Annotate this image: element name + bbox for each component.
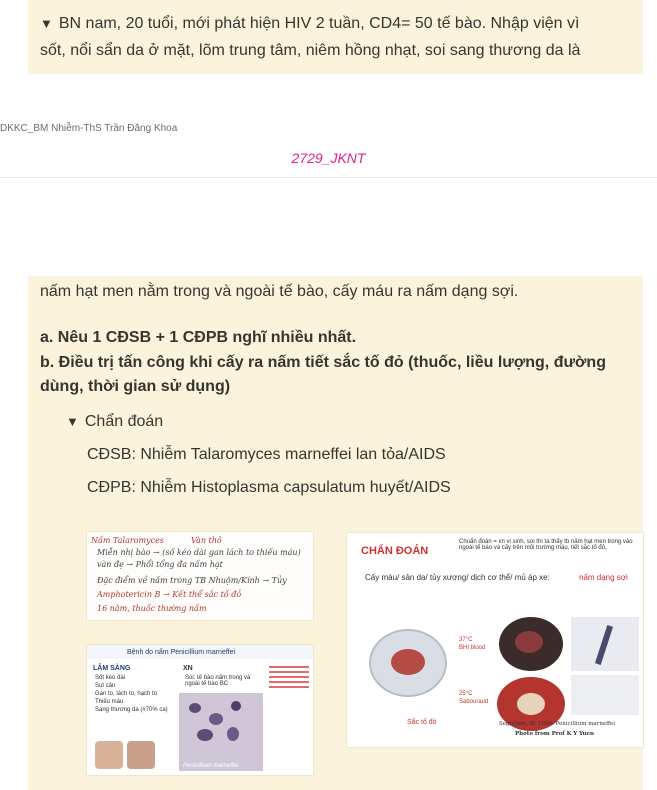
slide1-red-notes	[269, 663, 309, 703]
slide1-title: Bệnh do nấm Penicillium marneffei	[127, 649, 236, 656]
slide1-item: Sốt kéo dài	[95, 675, 126, 681]
slide2-header-text: Chuẩn đoán = xn vi sinh, soi thì ta thấy…	[459, 539, 633, 551]
question-b-line-1: b. Điều trị tấn công khi cấy ra nấm tiết…	[40, 354, 606, 371]
culture-photo-blood	[499, 617, 563, 671]
notes-title: Nấm Talaromyces	[91, 536, 164, 545]
toggle-diagnosis-title: Chẩn đoán	[84, 413, 164, 430]
hyphae-illustration	[571, 617, 639, 671]
differential-diagnosis: CĐPB: Nhiễm Histoplasma capsulatum huyết…	[87, 479, 451, 496]
slide1-section-mid: XN	[183, 665, 193, 672]
triangle-down-icon[interactable]: ▼	[66, 414, 79, 429]
question-a: a. Nêu 1 CĐSB + 1 CĐPB nghĩ nhiều nhất.	[40, 329, 357, 346]
slide2-credit-2: Photo from Prof K Y Yuen	[515, 731, 595, 737]
slide2-temp-2: 25°C	[459, 691, 473, 697]
question-callout-main: nấm hạt men nằm trong và ngoài tế bào, c…	[28, 276, 644, 790]
slide2-subtitle: Cấy máu/ sản da/ tủy xương/ dịch cơ thể/…	[365, 573, 550, 582]
slide-diagnosis-image[interactable]: CHẨN ĐOÁN Chuẩn đoán = xn vi sinh, soi t…	[346, 532, 644, 748]
notes-row-2: vàn đẹ → Phổi tổng đa nấm hạt	[97, 560, 223, 569]
toggle-diagnosis[interactable]: ▼ Chẩn đoán	[66, 410, 163, 434]
slide2-medium-2: Sabouraud	[459, 699, 489, 705]
question-callout-top: ▼ BN nam, 20 tuổi, mới phát hiện HIV 2 tu…	[28, 0, 643, 74]
page-footer-author: DKKC_BM Nhiễm-ThS Trần Đăng Khoa	[0, 123, 178, 134]
skin-lesion-photo	[95, 741, 123, 769]
slide1-mid-text: Soi: tế bào nấm trong và ngoài tế bào BC	[185, 675, 251, 687]
notes-right-label: Vàn thô	[191, 536, 222, 545]
notes-row-4: Amphotericin B → Kết thể sắc tố đỏ	[97, 590, 242, 599]
notes-row-3: Đặc điểm về nấm trong TB Nhuộm/Kính → Tủ…	[97, 576, 287, 585]
slide1-section-left: LÂM SÀNG	[93, 665, 131, 672]
slide-clinical-image[interactable]: Bệnh do nấm Penicillium marneffei LÂM SÀ…	[86, 644, 314, 776]
primary-diagnosis: CĐSB: Nhiễm Talaromyces marneffei lan tỏ…	[87, 446, 446, 463]
notes-row-1: Miễn nhị bào → (số kéo dài gan lách to t…	[97, 548, 301, 557]
page-divider	[0, 177, 657, 178]
slide1-caption: Penicillium marneffei	[183, 763, 239, 769]
skin-lesion-photo	[127, 741, 155, 769]
question-b-line-2: dùng, thời gian sử dụng)	[40, 378, 231, 395]
slide1-item: Sang thương da (#70% ca)	[95, 707, 168, 713]
slide2-medium-1: BHI blood	[459, 645, 486, 651]
notes-row-5: 16 năm, thuốc thường nấm	[97, 604, 207, 613]
slide2-subtitle-highlight: nấm dạng sợi	[579, 573, 628, 582]
slide2-temp-1: 37°C	[459, 637, 473, 643]
slide2-pigment-label: Sắc tố đỏ	[407, 719, 437, 726]
question-line-1: BN nam, 20 tuổi, mới phát hiện HIV 2 tuầ…	[58, 15, 580, 32]
page-number: 2729_JKNT	[291, 150, 366, 166]
slide1-item: Sụt cân	[95, 683, 116, 689]
conidia-illustration	[571, 675, 639, 715]
triangle-down-icon[interactable]: ▼	[40, 16, 53, 31]
slide1-item: Gan to, lách to, hạch to	[95, 691, 158, 697]
question-line-3: nấm hạt men nằm trong và ngoài tế bào, c…	[40, 283, 519, 300]
slide1-item: Thiếu máu	[95, 699, 124, 705]
handwritten-notes-image[interactable]: Nấm Talaromyces Vàn thô Miễn nhị bào → (…	[86, 531, 314, 621]
slide2-title: CHẨN ĐOÁN	[361, 545, 429, 557]
microscopy-photo	[179, 693, 263, 771]
petri-dish-photo	[369, 629, 447, 697]
question-line-2: sốt, nổi sẩn da ở mặt, lõm trung tâm, ni…	[40, 42, 581, 59]
slide2-credit-1: Segretain, IP, 1959: Penicillium marneff…	[499, 721, 616, 727]
